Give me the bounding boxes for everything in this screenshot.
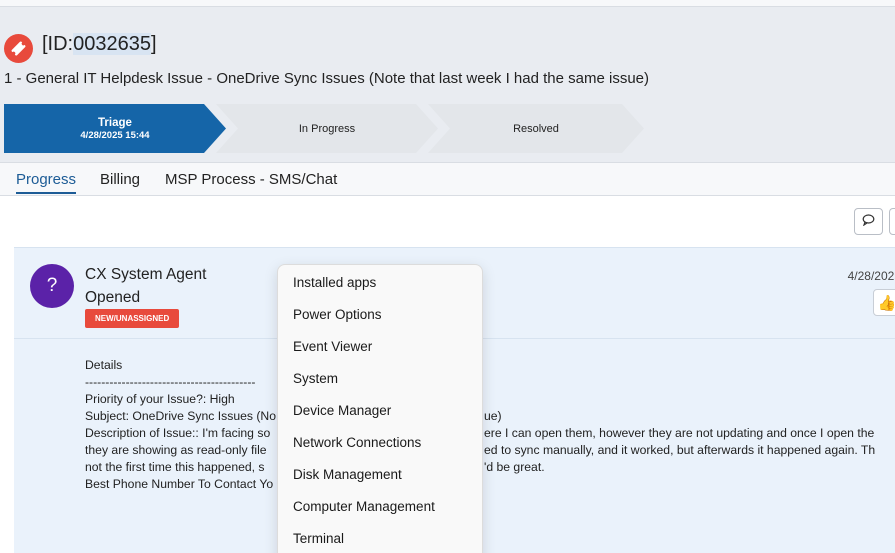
comment-icon	[862, 213, 875, 231]
details-phone: Best Phone Number To Contact Yo	[85, 477, 274, 491]
context-menu: Installed apps Power Options Event Viewe…	[277, 264, 483, 553]
menu-item-event-viewer[interactable]: Event Viewer	[293, 339, 372, 354]
menu-item-network-connections[interactable]: Network Connections	[293, 435, 421, 450]
stage-triage-date: 4/28/2025 15:44	[80, 129, 150, 141]
ticket-id-number[interactable]: 0032635	[73, 33, 151, 55]
stage-in-progress-label: In Progress	[298, 122, 356, 135]
ticket-subject: 1 - General IT Helpdesk Issue - OneDrive…	[4, 70, 650, 87]
thumbs-up-icon: 👍	[877, 294, 895, 312]
menu-item-installed-apps[interactable]: Installed apps	[293, 275, 376, 290]
status-badge: NEW/UNASSIGNED	[85, 309, 180, 328]
comment-button[interactable]	[854, 208, 883, 235]
details-heading: Details	[85, 358, 123, 372]
menu-item-power-options[interactable]: Power Options	[293, 307, 382, 322]
details-priority: Priority of your Issue?: High	[85, 392, 235, 406]
stage-triage-label: Triage	[98, 116, 132, 129]
stage-triage[interactable]: Triage 4/28/2025 15:44	[4, 104, 226, 153]
tab-bar: Progress Billing MSP Process - SMS/Chat	[0, 162, 895, 196]
tab-msp-process[interactable]: MSP Process - SMS/Chat	[165, 171, 337, 188]
details-description-2-right: ed to sync manually, and it worked, but …	[484, 443, 876, 457]
stage-resolved-label: Resolved	[513, 122, 559, 135]
details-description-3-right: 'd be great.	[484, 460, 545, 474]
ticket-id: [ID:0032635]	[42, 33, 157, 56]
stage-progress: Triage 4/28/2025 15:44 In Progress Resol…	[4, 104, 644, 153]
details-description-3-left: not the first time this happened, s	[85, 460, 265, 474]
entry-date: 4/28/2025	[847, 269, 895, 283]
details-description-1: Description of Issue:: I'm facing so ere …	[85, 425, 895, 442]
ticket-id-prefix: [ID:	[42, 33, 74, 55]
details-separator: ----------------------------------------…	[85, 375, 256, 389]
like-button[interactable]: 👍	[873, 289, 895, 316]
details-subject-left: Subject: OneDrive Sync Issues (No	[85, 409, 277, 423]
menu-item-terminal[interactable]: Terminal	[293, 531, 344, 546]
tab-billing[interactable]: Billing	[100, 171, 140, 188]
details-description-3: not the first time this happened, s 'd be…	[85, 459, 895, 476]
details-subject: Subject: OneDrive Sync Issues (No ue)	[85, 408, 895, 425]
agent-name: CX System Agent	[85, 266, 207, 283]
menu-item-disk-management[interactable]: Disk Management	[293, 467, 402, 482]
details-description-1-right: ere I can open them, however they are no…	[484, 426, 875, 440]
details-description-1-left: Description of Issue:: I'm facing so	[85, 426, 271, 440]
stage-in-progress[interactable]: In Progress	[216, 104, 438, 153]
top-strip	[0, 0, 895, 7]
tab-progress[interactable]: Progress	[16, 171, 77, 194]
toolbar-button[interactable]	[889, 208, 895, 235]
menu-item-device-manager[interactable]: Device Manager	[293, 403, 391, 418]
menu-item-computer-management[interactable]: Computer Management	[293, 499, 435, 514]
ticket-icon	[4, 34, 33, 63]
menu-item-system[interactable]: System	[293, 371, 338, 386]
entry-details: Details --------------------------------…	[85, 357, 895, 493]
stage-resolved[interactable]: Resolved	[428, 104, 644, 153]
details-description-2: they are showing as read-only file ed to …	[85, 442, 895, 459]
entry-action: Opened	[85, 289, 141, 306]
ticket-header: [ID:0032635] 1 - General IT Helpdesk Iss…	[0, 7, 895, 162]
ticket-id-suffix: ]	[151, 33, 157, 55]
details-subject-right: ue)	[484, 409, 502, 423]
avatar: ?	[30, 264, 74, 308]
details-description-2-left: they are showing as read-only file	[85, 443, 267, 457]
